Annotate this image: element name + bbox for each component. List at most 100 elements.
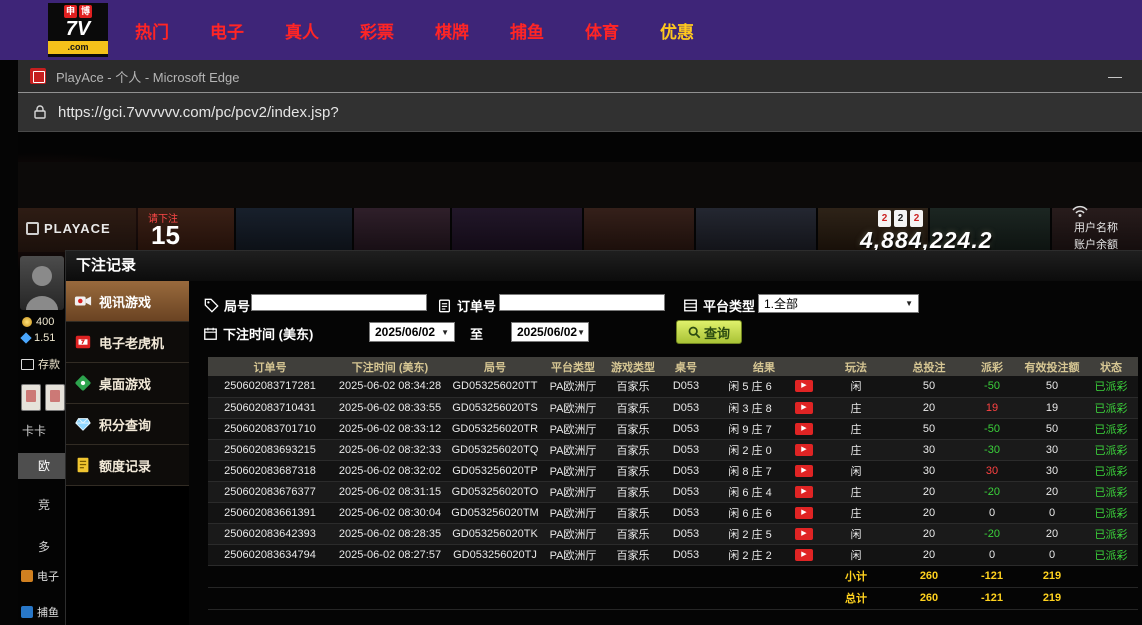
- order-number-input[interactable]: [499, 294, 665, 311]
- cell-video: ▶: [790, 523, 818, 544]
- cell-round: GD053256020TT: [448, 376, 542, 397]
- edge-titlebar: PlayAce - 个人 - Microsoft Edge —: [18, 60, 1142, 92]
- logo-domain: .com: [48, 41, 108, 54]
- play-video-button[interactable]: ▶: [795, 549, 813, 561]
- spacer-cell: [1084, 565, 1138, 587]
- cell-valid-bet: 0: [1020, 544, 1084, 565]
- play-video-button[interactable]: ▶: [795, 486, 813, 498]
- cell-payout: 0: [964, 502, 1020, 523]
- cell-payout: 0: [964, 544, 1020, 565]
- hall-item-jing[interactable]: 竞: [38, 496, 50, 513]
- clipboard-icon: [437, 298, 452, 313]
- col-order: 订单号: [208, 357, 332, 376]
- hall-item-duo[interactable]: 多: [38, 538, 50, 555]
- cell-valid-bet: 50: [1020, 376, 1084, 397]
- col-payout: 派彩: [964, 357, 1020, 376]
- sidebar-item-points-query[interactable]: 积分查询: [66, 404, 189, 445]
- screen: 申 博 7V .com 热门 电子 真人 彩票 棋牌 捕鱼 体育 优惠 Play…: [0, 0, 1142, 625]
- deposit-button[interactable]: 存款: [21, 356, 60, 372]
- spacer-cell: [208, 565, 818, 587]
- date-from-select[interactable]: 2025/06/02 ▼: [369, 322, 455, 342]
- cell-video: ▶: [790, 481, 818, 502]
- lobby-thumbnail[interactable]: [584, 208, 694, 252]
- lobby-thumbnail[interactable]: [696, 208, 816, 252]
- cell-table: D053: [662, 439, 710, 460]
- platform-type-select[interactable]: 1.全部 ▼: [758, 294, 919, 313]
- nav-item-fishing[interactable]: 捕鱼: [510, 18, 544, 43]
- play-video-button[interactable]: ▶: [795, 423, 813, 435]
- calendar-icon: [203, 326, 218, 341]
- balance-coins: 400: [22, 316, 54, 328]
- cell-result: 闲 9 庄 7: [710, 418, 790, 439]
- balance-gems: 1.51: [22, 332, 55, 344]
- play-video-button[interactable]: ▶: [795, 444, 813, 456]
- cell-status: 已派彩: [1084, 502, 1138, 523]
- menu-slots[interactable]: 电子: [21, 568, 59, 584]
- play-video-button[interactable]: ▶: [795, 507, 813, 519]
- cell-game: 百家乐: [604, 544, 662, 565]
- sidebar-item-live-games[interactable]: 视讯游戏: [66, 281, 189, 322]
- cell-result: 闲 8 庄 7: [710, 460, 790, 481]
- nav-item-cards[interactable]: 棋牌: [435, 18, 469, 43]
- page-content: PLAYACE 请下注 15 2 2 2 4,884,224.2 用户名称 账户…: [18, 132, 1142, 625]
- play-video-button[interactable]: ▶: [795, 402, 813, 414]
- table-row: 2506020837104312025-06-02 08:33:55GD0532…: [208, 397, 1138, 418]
- cell-status: 已派彩: [1084, 376, 1138, 397]
- round-number-label-text: 局号: [224, 296, 250, 315]
- cell-table: D053: [662, 376, 710, 397]
- date-to-select[interactable]: 2025/06/02 ▼: [511, 322, 589, 342]
- user-avatar[interactable]: [20, 256, 64, 310]
- search-button[interactable]: 查询: [676, 320, 742, 344]
- hall-item-europe[interactable]: 欧: [18, 453, 65, 479]
- site-logo[interactable]: 申 博 7V .com: [48, 3, 108, 57]
- nav-item-sports[interactable]: 体育: [585, 18, 619, 43]
- hall-item-kaka[interactable]: 卡卡: [22, 422, 46, 439]
- bet-time-label: 下注时间 (美东): [203, 324, 313, 343]
- lobby-thumbnail[interactable]: [354, 208, 450, 252]
- sidebar-item-slot-machines[interactable]: 电子老虎机: [66, 322, 189, 363]
- minimize-button[interactable]: —: [1108, 68, 1122, 84]
- cell-video: ▶: [790, 544, 818, 565]
- fishing-icon: [21, 606, 33, 618]
- cell-total-bet: 50: [894, 418, 964, 439]
- cell-result: 闲 3 庄 8: [710, 397, 790, 418]
- round-number-input[interactable]: [251, 294, 427, 311]
- cell-valid-bet: 20: [1020, 523, 1084, 544]
- nav-item-promo[interactable]: 优惠: [660, 18, 694, 43]
- nav-item-live[interactable]: 真人: [285, 18, 319, 43]
- nav-item-hot[interactable]: 热门: [135, 18, 169, 43]
- logo-brand: 7V: [48, 18, 108, 41]
- cell-bet-on: 庄: [818, 439, 894, 460]
- cell-time: 2025-06-02 08:34:28: [332, 376, 448, 397]
- menu-fishing-label: 捕鱼: [37, 604, 59, 620]
- order-number-label-text: 订单号: [457, 296, 496, 315]
- lobby-thumbnail[interactable]: [452, 208, 582, 252]
- magnifier-icon: [688, 326, 701, 339]
- sidebar-item-table-games[interactable]: 桌面游戏: [66, 363, 189, 404]
- sidebar-item-credit-records[interactable]: 额度记录: [66, 445, 189, 486]
- play-video-button[interactable]: ▶: [795, 380, 813, 392]
- lobby-thumbnail[interactable]: [236, 208, 352, 252]
- menu-fishing[interactable]: 捕鱼: [21, 604, 59, 620]
- coin-icon: [22, 317, 32, 327]
- site-navbar: 申 博 7V .com 热门 电子 真人 彩票 棋牌 捕鱼 体育 优惠: [0, 0, 1142, 60]
- nav-item-lottery[interactable]: 彩票: [360, 18, 394, 43]
- lock-icon[interactable]: [32, 104, 48, 120]
- subtotal-total-bet: 260: [894, 565, 964, 587]
- cell-round: GD053256020TQ: [448, 439, 542, 460]
- cell-game: 百家乐: [604, 439, 662, 460]
- table-totals: 小计 260 -121 219 总计 260 -121: [208, 565, 1138, 609]
- url-text[interactable]: https://gci.7vvvvvv.com/pc/pcv2/index.js…: [58, 104, 339, 121]
- cell-table: D053: [662, 502, 710, 523]
- result-cards: 2 2 2: [878, 210, 923, 227]
- gem-balance: 1.51: [34, 332, 55, 344]
- play-video-button[interactable]: ▶: [795, 528, 813, 540]
- spacer-cell: [208, 587, 818, 609]
- nav-item-slots[interactable]: 电子: [210, 18, 244, 43]
- cell-payout: -50: [964, 376, 1020, 397]
- play-video-button[interactable]: ▶: [795, 465, 813, 477]
- cell-status: 已派彩: [1084, 460, 1138, 481]
- subtotal-label: 小计: [818, 565, 894, 587]
- cell-order: 250602083693215: [208, 439, 332, 460]
- cell-time: 2025-06-02 08:27:57: [332, 544, 448, 565]
